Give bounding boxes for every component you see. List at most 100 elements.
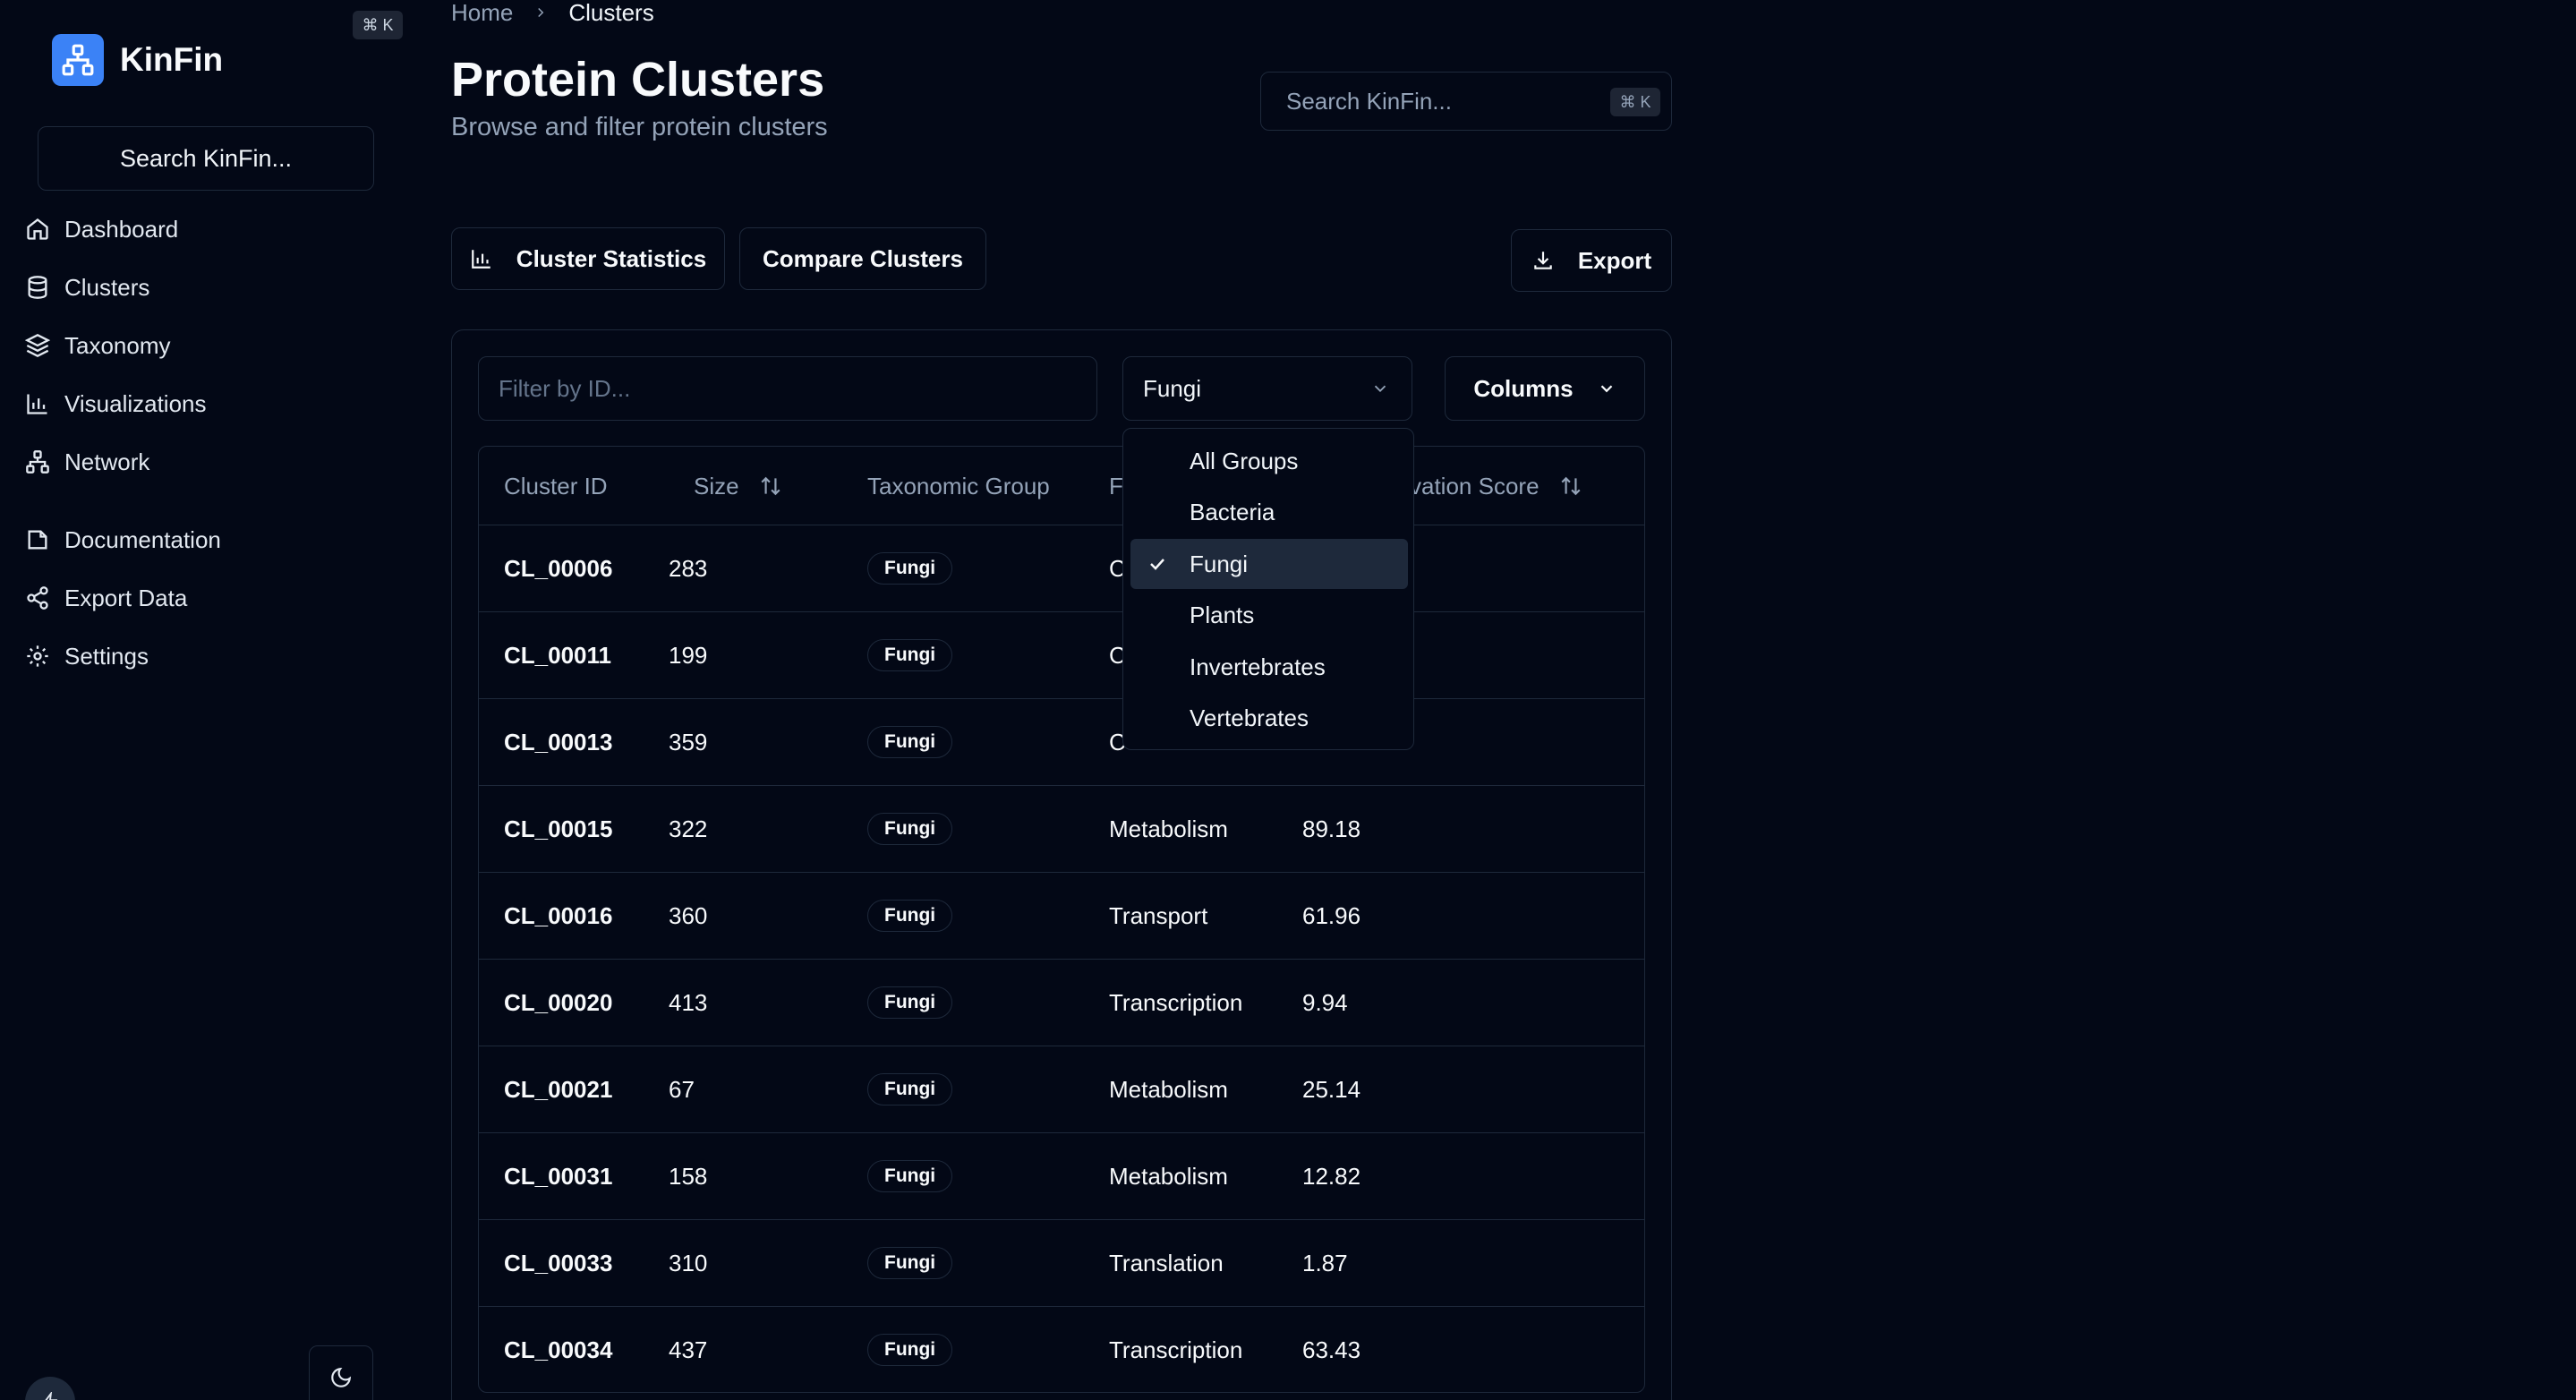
- app-name: KinFin: [120, 41, 224, 78]
- function-cell: Metabolism: [1109, 1162, 1228, 1190]
- database-icon: [28, 276, 47, 299]
- table-row[interactable]: CL_00015 322 Fungi Metabolism 89.18: [479, 786, 1644, 873]
- bar-chart-icon: [471, 250, 490, 269]
- sidebar-item-documentation[interactable]: Documentation: [25, 516, 221, 563]
- column-header-cluster-id[interactable]: Cluster ID: [504, 447, 608, 525]
- cluster-id-cell[interactable]: CL_00016: [504, 873, 612, 959]
- sidebar-item-dashboard[interactable]: Dashboard: [25, 206, 178, 252]
- sidebar-item-taxonomy[interactable]: Taxonomy: [25, 322, 171, 369]
- breadcrumb-home[interactable]: Home: [451, 0, 513, 27]
- table-row[interactable]: CL_00034 437 Fungi Transcription 63.43: [479, 1307, 1644, 1392]
- conservation-score-cell: 1.87: [1302, 1249, 1348, 1276]
- sidebar-item-label: Export Data: [64, 584, 188, 611]
- group-badge: Fungi: [867, 1334, 953, 1366]
- dropdown-option-label: Fungi: [1190, 550, 1249, 577]
- cluster-id-cell[interactable]: CL_00013: [504, 699, 612, 785]
- taxonomic-group-cell: Fungi: [867, 525, 953, 611]
- clusters-table: Cluster ID Size Taxonomic Group F vation…: [478, 446, 1645, 1393]
- book-icon: [28, 530, 47, 550]
- filter-by-id-input[interactable]: Filter by ID...: [478, 356, 1097, 421]
- filter-placeholder: Filter by ID...: [499, 374, 631, 402]
- bar-chart-icon: [27, 394, 47, 414]
- columns-button[interactable]: Columns: [1445, 356, 1645, 421]
- table-row[interactable]: CL_00013 359 Fungi C: [479, 699, 1644, 786]
- sidebar-item-export-data[interactable]: Export Data: [25, 575, 187, 621]
- cluster-id-cell[interactable]: CL_00006: [504, 525, 612, 611]
- dropdown-option[interactable]: Plants: [1130, 591, 1408, 641]
- table-row[interactable]: CL_00033 310 Fungi Translation 1.87: [479, 1220, 1644, 1307]
- chevron-down-icon: [1600, 385, 1612, 393]
- taxonomic-group-cell: Fungi: [867, 699, 953, 785]
- network-logo-icon: [52, 34, 104, 86]
- function-cell: Transcription: [1109, 1336, 1243, 1363]
- home-icon: [27, 218, 48, 240]
- cluster-id-cell[interactable]: CL_00034: [504, 1307, 612, 1392]
- sidebar-item-clusters[interactable]: Clusters: [25, 264, 149, 311]
- taxonomic-group-select[interactable]: Fungi: [1122, 356, 1412, 421]
- table-row[interactable]: CL_00020 413 Fungi Transcription 9.94: [479, 960, 1644, 1046]
- table-row[interactable]: CL_00031 158 Fungi Metabolism 12.82: [479, 1133, 1644, 1220]
- size-cell: 158: [669, 1162, 708, 1190]
- breadcrumb: Home Clusters: [451, 0, 654, 27]
- dropdown-option[interactable]: Invertebrates: [1130, 642, 1408, 692]
- cluster-id-cell[interactable]: CL_00020: [504, 960, 612, 1046]
- dropdown-option[interactable]: Bacteria: [1130, 488, 1408, 538]
- conservation-score-cell: 25.14: [1302, 1075, 1361, 1103]
- search-input[interactable]: Search KinFin... ⌘ K: [1260, 72, 1672, 131]
- network-icon: [26, 450, 49, 474]
- table-row[interactable]: CL_00006 283 Fungi C: [479, 525, 1644, 612]
- export-button[interactable]: Export: [1511, 229, 1672, 292]
- select-value: Fungi: [1143, 374, 1202, 402]
- check-icon: [1150, 559, 1164, 570]
- sidebar-item-label: Visualizations: [64, 389, 207, 417]
- app-logo[interactable]: KinFin: [52, 34, 223, 86]
- table-row[interactable]: CL_00011 199 Fungi C: [479, 612, 1644, 699]
- size-cell: 359: [669, 728, 708, 755]
- sidebar-item-visualizations[interactable]: Visualizations: [25, 380, 207, 427]
- theme-toggle-button[interactable]: [309, 1345, 373, 1400]
- breadcrumb-current: Clusters: [568, 0, 654, 26]
- column-header-label: vation Score: [1410, 472, 1540, 499]
- table-row[interactable]: CL_00021 67 Fungi Metabolism 25.14: [479, 1046, 1644, 1133]
- column-header-label: F: [1109, 472, 1123, 499]
- column-header-function[interactable]: F: [1109, 447, 1123, 525]
- cluster-id-cell[interactable]: CL_00011: [504, 612, 611, 698]
- sidebar-search-button[interactable]: Search KinFin...: [38, 126, 374, 191]
- sort-icon[interactable]: [759, 474, 782, 498]
- group-badge: Fungi: [867, 726, 953, 758]
- sort-icon[interactable]: [1559, 474, 1582, 498]
- conservation-score-cell: 63.43: [1302, 1336, 1361, 1363]
- cluster-id-cell[interactable]: CL_00031: [504, 1133, 612, 1219]
- cluster-statistics-button[interactable]: Cluster Statistics: [451, 227, 725, 290]
- function-cell: Translation: [1109, 1249, 1224, 1276]
- cluster-id-cell[interactable]: CL_00021: [504, 1046, 612, 1132]
- function-cell: Transcription: [1109, 988, 1243, 1016]
- cluster-statistics-label: Cluster Statistics: [516, 244, 707, 272]
- column-header-conservation-score[interactable]: vation Score: [1410, 447, 1582, 525]
- dropdown-option[interactable]: Vertebrates: [1130, 694, 1408, 744]
- cluster-id-cell[interactable]: CL_00015: [504, 786, 612, 872]
- table-row[interactable]: CL_00016 360 Fungi Transport 61.96: [479, 873, 1644, 960]
- bolt-icon[interactable]: [25, 1377, 75, 1400]
- column-header-size[interactable]: Size: [694, 447, 782, 525]
- compare-clusters-button[interactable]: Compare Clusters: [739, 227, 986, 290]
- sidebar-item-network[interactable]: Network: [25, 439, 149, 485]
- taxonomic-group-cell: Fungi: [867, 960, 953, 1046]
- sidebar-item-label: Settings: [64, 642, 149, 670]
- sidebar-item-settings[interactable]: Settings: [25, 633, 149, 679]
- group-badge: Fungi: [867, 986, 953, 1019]
- conservation-score-cell: 61.96: [1302, 901, 1361, 929]
- cluster-id-cell[interactable]: CL_00033: [504, 1220, 612, 1306]
- app-root: KinFin ⌘ K Search KinFin... Dashboard Cl…: [0, 0, 2576, 1400]
- column-header-taxonomic-group[interactable]: Taxonomic Group: [867, 447, 1050, 525]
- function-cell: Metabolism: [1109, 1075, 1228, 1103]
- taxonomic-group-cell: Fungi: [867, 1046, 953, 1132]
- dropdown-option[interactable]: All Groups: [1130, 436, 1408, 486]
- group-badge: Fungi: [867, 813, 953, 845]
- group-badge: Fungi: [867, 1160, 953, 1192]
- dropdown-option[interactable]: Fungi: [1130, 539, 1408, 589]
- page-title: Protein Clusters: [451, 53, 825, 107]
- taxonomic-group-cell: Fungi: [867, 1307, 953, 1392]
- function-cell: Metabolism: [1109, 815, 1228, 842]
- size-cell: 67: [669, 1075, 695, 1103]
